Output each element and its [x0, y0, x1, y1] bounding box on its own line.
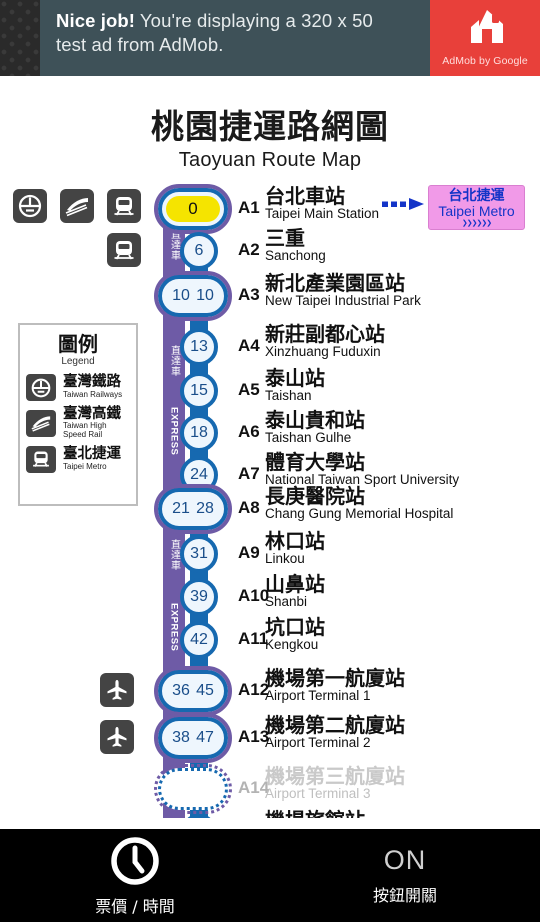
fare-time-button[interactable]: 票價 / 時間 — [0, 835, 270, 917]
station-name-en-A6: Taishan Gulhe — [265, 429, 352, 445]
station-name-zh-A1: 台北車站 — [265, 184, 345, 208]
station-marker-A10[interactable]: 39 — [180, 578, 218, 616]
station-name-en-A14: Airport Terminal 3 — [265, 785, 371, 801]
toggle-state-label: ON — [383, 845, 427, 875]
station-row-A4[interactable]: 13 A4 新莊副都心站 Xinzhuang Fuduxin — [0, 322, 540, 368]
station-name-zh-A4: 新莊副都心站 — [265, 322, 385, 346]
station-marker-A4[interactable]: 13 — [180, 328, 218, 366]
app-root: Nice job! You're displaying a 320 x 50 t… — [0, 0, 540, 922]
station-name-zh-A7: 體育大學站 — [265, 450, 365, 474]
station-name-en-A10: Shanbi — [265, 593, 308, 609]
station-time-local-A2: 6 — [194, 242, 204, 259]
station-row-A1[interactable]: 0 A1 台北車站 Taipei Main Station — [0, 184, 540, 234]
admob-byline: AdMob by Google — [442, 54, 528, 67]
station-time-express-A1: 0 — [166, 196, 220, 222]
station-row-A10[interactable]: 39 A10 山鼻站 Shanbi — [0, 572, 540, 618]
station-row-A6[interactable]: 18 A6 泰山貴和站 Taishan Gulhe — [0, 408, 540, 454]
station-row-A12[interactable]: 36 45 A12 機場第一航廈站 Airport Terminal 1 — [0, 666, 540, 716]
station-time-local-A11: 42 — [190, 631, 208, 648]
airplane-icon — [100, 720, 134, 754]
station-name-en-A9: Linkou — [265, 550, 305, 566]
station-marker-A6[interactable]: 18 — [180, 414, 218, 452]
station-name-en-A3: New Taipei Industrial Park — [265, 292, 421, 308]
station-time-express-A8: 21 — [172, 500, 190, 517]
station-marker-A14[interactable] — [154, 764, 232, 814]
bottom-toolbar: 票價 / 時間 ON 按鈕開關 — [0, 829, 540, 922]
station-row-A2[interactable]: 6 A2 三重 Sanchong — [0, 226, 540, 272]
station-name-zh-A2: 三重 — [265, 226, 305, 250]
station-time-local-A4: 13 — [190, 338, 208, 355]
station-marker-A8[interactable]: 21 28 — [154, 484, 232, 534]
admob-logo: AdMob by Google — [430, 0, 540, 76]
button-toggle-label: 按鈕開關 — [372, 886, 437, 905]
page-title: 桃園捷運路網圖 Taoyuan Route Map — [0, 100, 540, 172]
station-row-A3[interactable]: 10 10 A3 新北產業園區站 New Taipei Industrial P… — [0, 271, 540, 321]
station-time-local-A10: 39 — [190, 588, 208, 605]
station-name-zh-A14: 機場第三航廈站 — [265, 764, 405, 788]
ad-line2: test ad from AdMob. — [56, 33, 224, 55]
airplane-icon — [100, 673, 134, 707]
station-marker-A12[interactable]: 36 45 — [154, 666, 232, 716]
ad-texture-left — [0, 0, 40, 76]
content-bottom-fade — [0, 818, 540, 829]
station-name-en-A2: Sanchong — [265, 247, 326, 263]
station-time-local-A3: 10 — [196, 287, 214, 304]
station-name-zh-A9: 林口站 — [265, 529, 325, 553]
station-name-en-A1: Taipei Main Station — [265, 205, 380, 221]
page-title-zh: 桃園捷運路網圖 — [151, 107, 389, 146]
station-name-zh-A8: 長庚醫院站 — [265, 484, 365, 508]
station-time-local-A13: 47 — [196, 729, 214, 746]
station-marker-A11[interactable]: 42 — [180, 621, 218, 659]
station-time-local-A5: 15 — [190, 382, 208, 399]
station-row-A13[interactable]: 38 47 A13 機場第二航廈站 Airport Terminal 2 — [0, 713, 540, 763]
station-name-zh-A11: 坑口站 — [265, 615, 325, 639]
route-map: 直達車 直達車 EXPRESS 直達車 EXPRESS 0 A1 台北車站 Ta… — [0, 180, 540, 922]
station-marker-A9[interactable]: 31 — [180, 535, 218, 573]
station-row-A11[interactable]: 42 A11 坑口站 Kengkou — [0, 615, 540, 661]
station-row-A8[interactable]: 21 28 A8 長庚醫院站 Chang Gung Memorial Hospi… — [0, 484, 540, 534]
ad-text: Nice job! You're displaying a 320 x 50 t… — [40, 0, 430, 76]
station-time-local-A9: 31 — [190, 545, 208, 562]
station-marker-A1[interactable]: 0 — [154, 184, 232, 234]
fare-time-label: 票價 / 時間 — [95, 896, 175, 916]
station-time-express-A12: 36 — [172, 682, 190, 699]
ad-headline-bold: Nice job! — [56, 10, 136, 31]
station-marker-A13[interactable]: 38 47 — [154, 713, 232, 763]
station-name-zh-A12: 機場第一航廈站 — [265, 666, 405, 690]
station-name-zh-A10: 山鼻站 — [265, 572, 325, 596]
station-time-express-A3: 10 — [172, 287, 190, 304]
admob-logo-icon — [462, 7, 508, 52]
ad-headline-rest: You're displaying a 320 x 50 — [135, 10, 373, 31]
station-row-A14[interactable]: A14 機場第三航廈站 Airport Terminal 3 — [0, 764, 540, 814]
station-name-en-A11: Kengkou — [265, 636, 319, 652]
station-name-en-A4: Xinzhuang Fuduxin — [265, 343, 381, 359]
station-marker-A5[interactable]: 15 — [180, 372, 218, 410]
station-name-zh-A3: 新北產業園區站 — [265, 271, 405, 295]
button-toggle[interactable]: ON 按鈕開關 — [270, 845, 540, 906]
station-name-zh-A6: 泰山貴和站 — [265, 408, 365, 432]
station-marker-A3[interactable]: 10 10 — [154, 271, 232, 321]
station-name-zh-A5: 泰山站 — [265, 366, 325, 390]
station-time-local-A7: 24 — [190, 466, 208, 483]
clock-icon — [111, 836, 159, 885]
station-row-A5[interactable]: 15 A5 泰山站 Taishan — [0, 366, 540, 412]
station-time-local-A12: 45 — [196, 682, 214, 699]
station-time-local-A6: 18 — [190, 424, 208, 441]
station-name-en-A12: Airport Terminal 1 — [265, 687, 371, 703]
station-marker-A2[interactable]: 6 — [180, 232, 218, 270]
page-title-en: Taoyuan Route Map — [178, 149, 362, 171]
station-name-zh-A13: 機場第二航廈站 — [265, 713, 405, 737]
station-row-A9[interactable]: 31 A9 林口站 Linkou — [0, 529, 540, 575]
station-time-local-A8: 28 — [196, 500, 214, 517]
station-time-express-A13: 38 — [172, 729, 190, 746]
station-name-en-A13: Airport Terminal 2 — [265, 734, 371, 750]
station-name-en-A5: Taishan — [265, 387, 312, 403]
admob-ad-banner[interactable]: Nice job! You're displaying a 320 x 50 t… — [0, 0, 540, 76]
station-name-en-A8: Chang Gung Memorial Hospital — [265, 505, 454, 521]
